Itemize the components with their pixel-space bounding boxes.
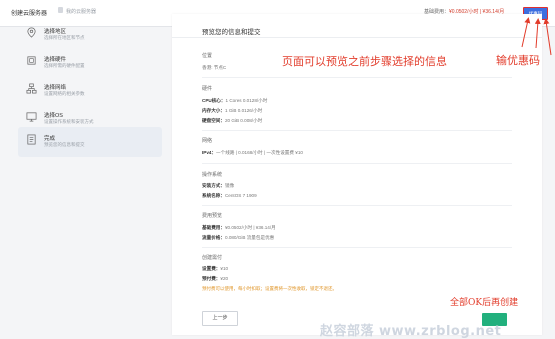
os-name-value: CentOS 7 1909: [224, 193, 257, 198]
step-desc: 设置网络的相关参数: [44, 91, 85, 96]
fee-base-value: ¥0.0502/小时 | ¥36.14/月: [224, 225, 276, 230]
title-divider: [172, 37, 542, 38]
ipv4-row: IPv4：一个线路 | 0.0168/小时 | 一次性设置费 ¥10: [202, 150, 303, 156]
cpu-label: CPU核心：: [202, 98, 226, 103]
cpu-value: 1 Cores 0.0128/小时: [225, 98, 268, 103]
location-icon: [26, 27, 37, 38]
step-title: 完成: [44, 136, 56, 142]
step-location[interactable]: 选择地区 选择所在地区和节点: [18, 20, 162, 48]
install-value: 镜像: [224, 183, 235, 188]
section-title-fees: 费用预览: [202, 213, 223, 219]
divider: [202, 247, 512, 248]
step-finish[interactable]: 完成 预览您的信息和提交: [18, 127, 162, 157]
disk-value: 20 GiB 0.008/小时: [224, 118, 263, 123]
traffic-label: 流量价格：: [202, 235, 225, 240]
server-icon: [58, 7, 63, 13]
checklist-icon: [26, 134, 37, 145]
os-name-row: 系统名称：CentOS 7 1909: [202, 193, 257, 199]
setup-fee-label: 设置费：: [202, 266, 221, 271]
annotation-preview: 页面可以预览之前步骤选择的信息: [282, 55, 447, 68]
step-title: 选择OS: [44, 113, 63, 119]
os-name-label: 系统名称：: [202, 193, 225, 198]
monitor-icon: [26, 111, 37, 122]
memory-label: 内存大小：: [202, 108, 225, 113]
billing-note: 预付费可以使用，每小时扣取；设置费将一次性收取，锁定不退还。: [202, 286, 337, 291]
disk-row: 硬盘空间：20 GiB 0.008/小时: [202, 118, 262, 124]
traffic-value: 0.080/GiB 流量包是优惠: [224, 235, 275, 240]
step-title: 选择硬件: [44, 57, 67, 63]
base-fee-row: 基础费用：¥0.0502/小时 | ¥36.14/月: [202, 225, 276, 231]
section-title-os: 操作系统: [202, 172, 223, 178]
annotation-create: 全部OK后再创建: [450, 298, 519, 308]
setup-fee-row: 设置费：¥10: [202, 266, 228, 272]
step-title: 选择网络: [44, 85, 67, 91]
prepay-row: 预付费：¥20: [202, 276, 228, 282]
cpu-row: CPU核心：1 Cores 0.0128/小时: [202, 98, 267, 104]
step-desc: 选择所需的硬件配置: [44, 63, 85, 68]
setup-fee-value: ¥10: [220, 266, 229, 271]
step-title: 选择地区: [44, 29, 67, 35]
step-desc: 预览您的信息和提交: [44, 142, 85, 147]
step-network[interactable]: 选择网络 设置网络的相关参数: [18, 76, 162, 104]
section-title-location: 位置: [202, 53, 213, 59]
annotation-promo: 输优惠码: [496, 54, 540, 67]
section-title-create: 创建需付: [202, 255, 223, 261]
divider: [202, 163, 512, 164]
step-desc: 选择所在地区和节点: [44, 35, 85, 40]
breadcrumb[interactable]: 我的云服务器: [66, 8, 96, 15]
section-title-network: 网络: [202, 138, 213, 144]
app-title: 创建云服务器: [11, 11, 48, 17]
ipv4-label: IPv4：: [202, 150, 217, 155]
section-title-hardware: 硬件: [202, 86, 213, 92]
disk-label: 硬盘空间：: [202, 118, 225, 123]
memory-row: 内存大小：1 GiB 0.0126/小时: [202, 108, 262, 114]
prepay-value: ¥20: [220, 276, 229, 281]
divider: [202, 130, 512, 131]
page-title: 预览您的信息和提交: [202, 29, 261, 36]
install-row: 安装方式：镜像: [202, 183, 234, 189]
divider: [202, 205, 512, 206]
step-desc: 设置操作系统和安装方式: [44, 119, 94, 124]
watermark: 赵容部落 www.zrblog.net: [320, 324, 502, 339]
divider: [202, 77, 512, 78]
previous-step-button[interactable]: 上一步: [202, 311, 238, 326]
step-hardware[interactable]: 选择硬件 选择所需的硬件配置: [18, 48, 162, 76]
traffic-row: 流量价格：0.080/GiB 流量包是优惠: [202, 235, 274, 241]
install-label: 安装方式：: [202, 183, 225, 188]
ipv4-value: 一个线路 | 0.0168/小时 | 一次性设置费 ¥10: [216, 150, 303, 155]
cpu-icon: [26, 55, 37, 66]
fee-base-label: 基础费用：: [202, 225, 225, 230]
location-value: 香港: 节点C: [202, 65, 227, 70]
network-icon: [26, 83, 37, 94]
prepay-label: 预付费：: [202, 276, 221, 281]
memory-value: 1 GiB 0.0126/小时: [224, 108, 263, 113]
